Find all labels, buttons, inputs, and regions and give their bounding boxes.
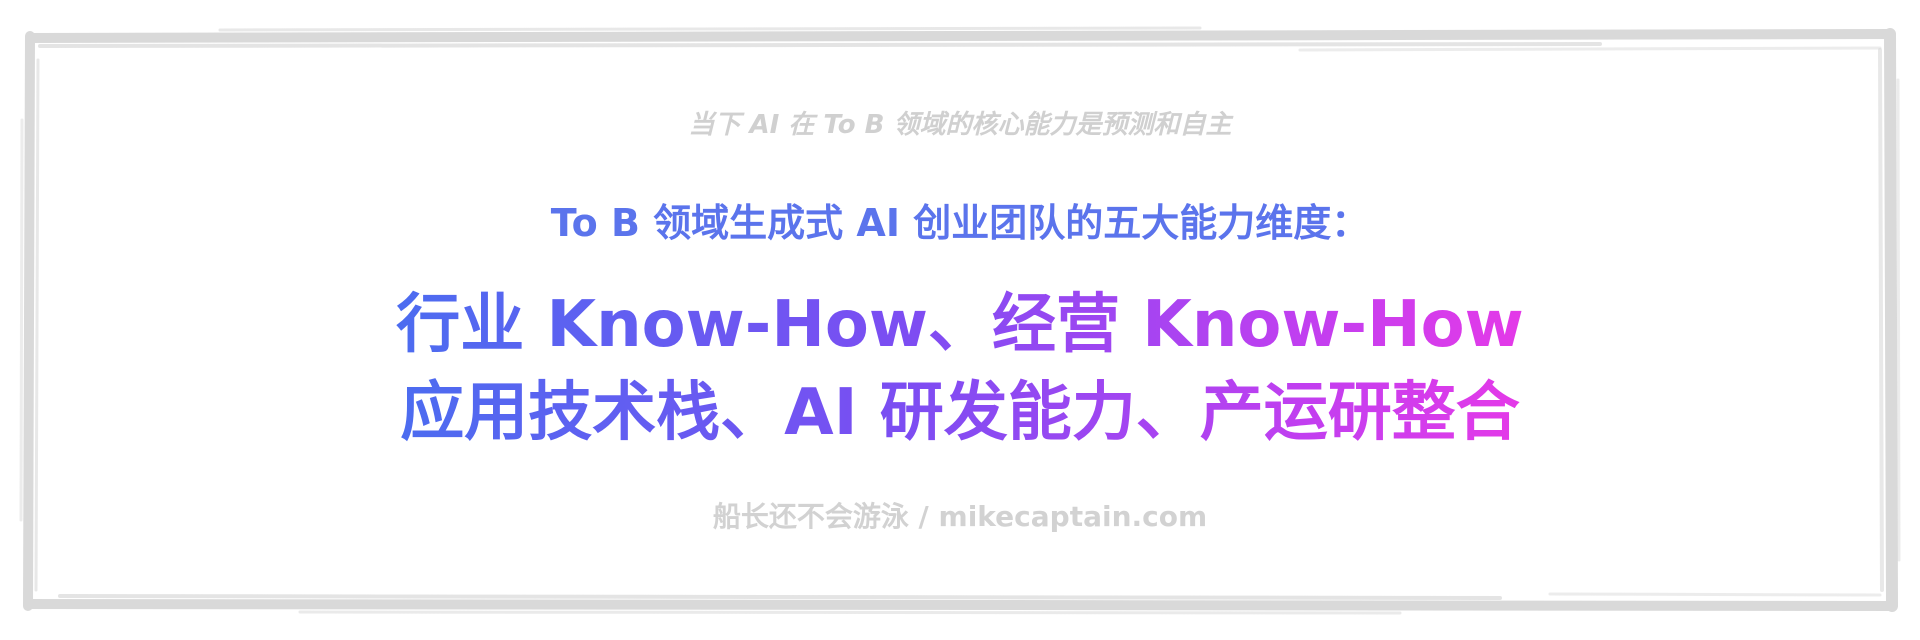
headline-row-1: 行业 Know-How、经营 Know-How	[0, 284, 1920, 366]
headline-line-1: 行业 Know-How、经营 Know-How	[396, 284, 1524, 366]
top-caption: 当下 AI 在 To B 领域的核心能力是预测和自主	[688, 110, 1232, 140]
subtitle: To B 领域生成式 AI 创业团队的五大能力维度：	[550, 201, 1370, 245]
banner-canvas: 当下 AI 在 To B 领域的核心能力是预测和自主 To B 领域生成式 AI…	[0, 0, 1920, 640]
headline-row-2: 应用技术栈、AI 研发能力、产运研整合	[0, 372, 1920, 454]
headline-line-2: 应用技术栈、AI 研发能力、产运研整合	[400, 372, 1520, 454]
footer-credit: 船长还不会游泳 / mikecaptain.com	[712, 500, 1208, 533]
text-layer: 当下 AI 在 To B 领域的核心能力是预测和自主 To B 领域生成式 AI…	[0, 0, 1920, 640]
